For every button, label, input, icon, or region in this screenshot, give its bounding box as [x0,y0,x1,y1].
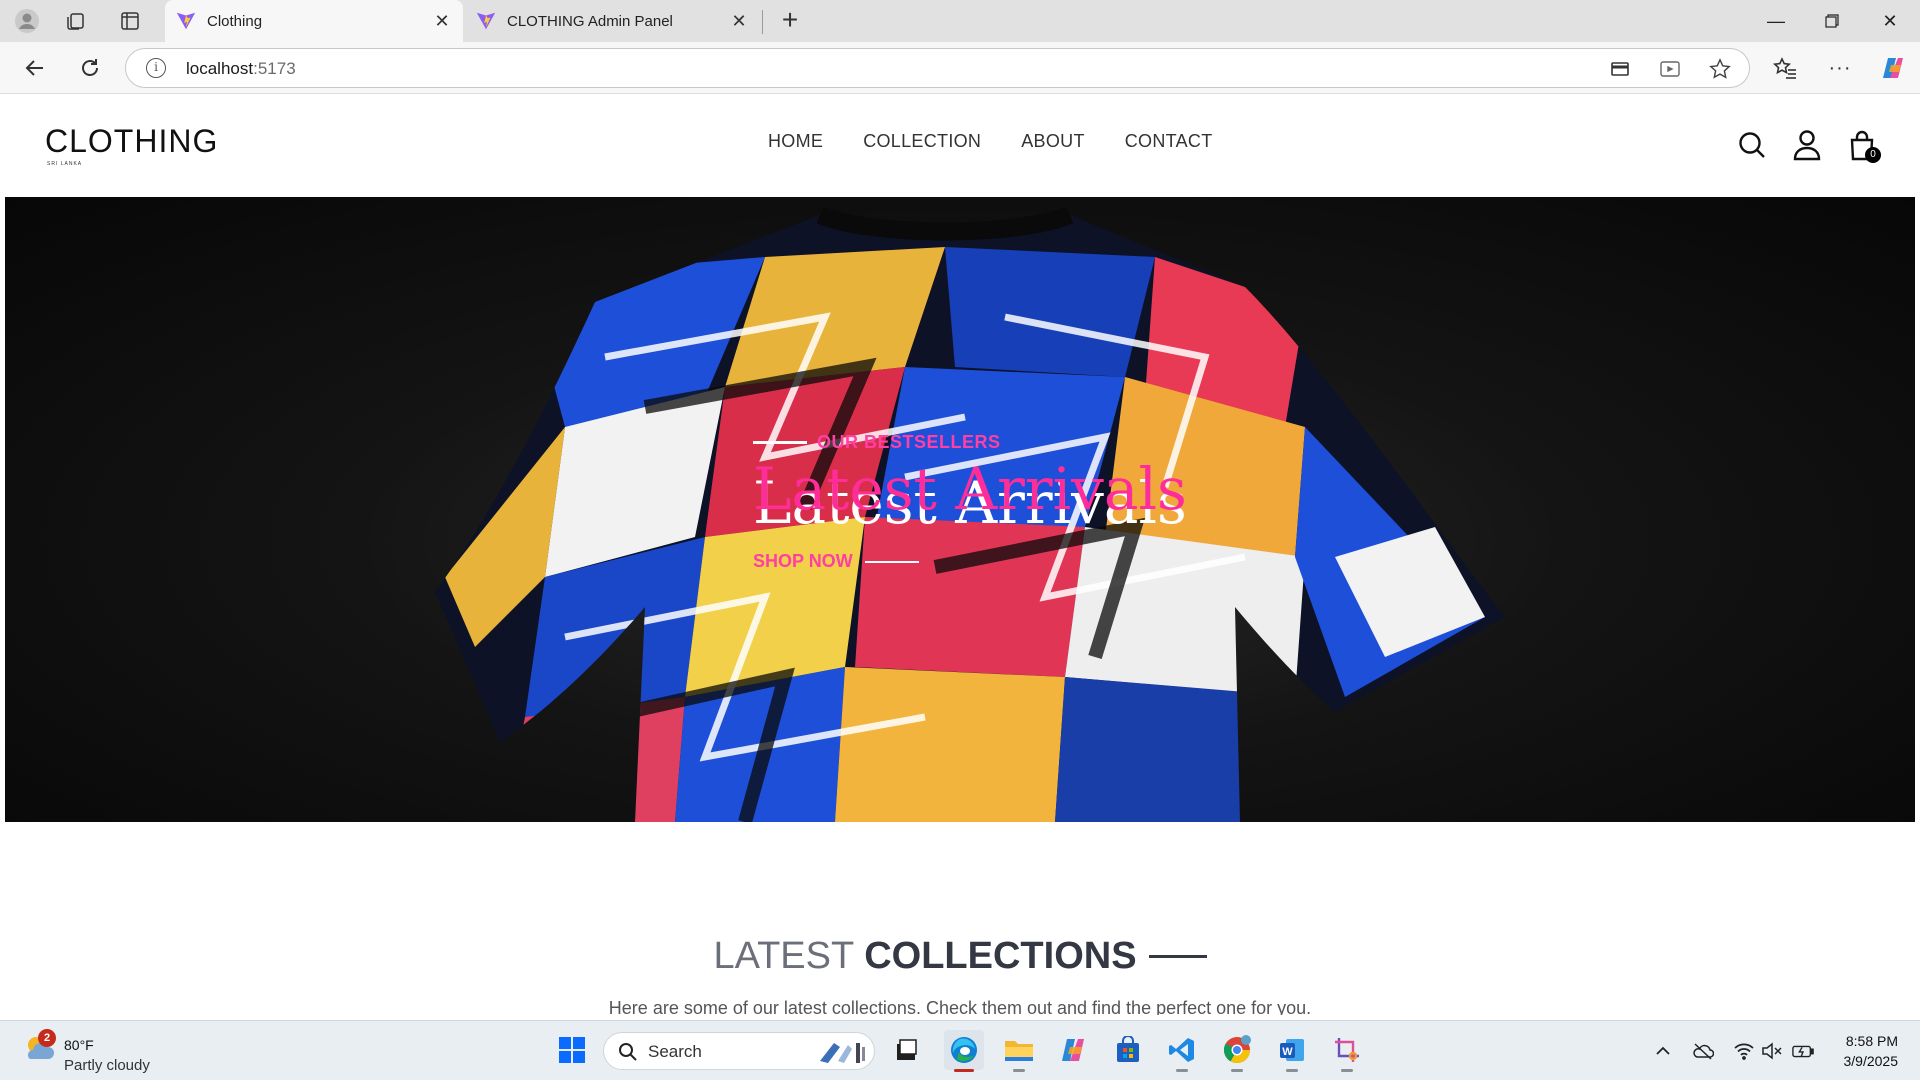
hero-text: OUR BESTSELLERS Latest Arrivals Latest A… [753,432,1213,572]
copilot-taskbar-icon[interactable] [1053,1030,1093,1070]
vscode-icon[interactable] [1162,1030,1202,1072]
onedrive-offline-icon[interactable] [1692,1040,1714,1062]
volume-muted-icon[interactable] [1761,1040,1783,1062]
profile-icon[interactable] [1790,127,1824,163]
weather-desc: Partly cloudy [64,1057,150,1074]
nav-collection[interactable]: COLLECTION [863,131,981,152]
favorites-icon[interactable] [1770,53,1800,83]
latest-collections-section: LATEST COLLECTIONS Here are some of our … [5,935,1915,1015]
copilot-icon[interactable] [1878,53,1908,83]
address-bar[interactable]: i localhost:5173 [125,48,1750,88]
reload-icon[interactable] [75,53,105,83]
app-available-icon[interactable] [1658,57,1682,81]
restore-icon[interactable] [1804,0,1860,42]
favorite-star-icon[interactable] [1708,57,1732,81]
search-highlight-icon [820,1043,865,1063]
site-info-icon[interactable]: i [146,58,166,78]
clock-date: 3/9/2025 [1843,1053,1899,1069]
section-title: LATEST COLLECTIONS [713,935,1207,978]
vite-favicon-icon [176,12,196,30]
card-icon[interactable] [1608,57,1632,81]
word-icon[interactable]: W [1272,1030,1312,1072]
svg-text:W: W [1282,1046,1293,1058]
browser-tab-strip: Clothing ✕ CLOTHING Admin Panel ✕ + — ✕ [0,0,1920,42]
vertical-tabs-icon[interactable] [117,8,143,34]
tab-clothing[interactable]: Clothing ✕ [165,0,463,42]
nav-about[interactable]: ABOUT [1021,131,1085,152]
workspaces-icon[interactable] [63,8,89,34]
snipping-tool-icon[interactable] [1327,1030,1367,1072]
cart-count-badge: 0 [1865,147,1881,163]
hero-banner[interactable]: OUR BESTSELLERS Latest Arrivals Latest A… [5,197,1915,822]
search-icon[interactable] [1735,127,1769,163]
close-tab-icon[interactable]: ✕ [728,10,750,32]
store-icon[interactable] [1108,1030,1148,1070]
shop-now-link[interactable]: SHOP NOW [753,551,1213,572]
cart-icon[interactable]: 0 [1845,127,1881,163]
profile-icon[interactable] [14,8,40,34]
close-window-icon[interactable]: ✕ [1862,0,1918,42]
back-icon[interactable] [20,53,50,83]
web-page: CLOTHING SRI LANKA HOME COLLECTION ABOUT… [5,95,1915,1015]
start-button[interactable] [552,1030,592,1070]
hero-kicker: OUR BESTSELLERS [753,432,1213,453]
nav-contact[interactable]: CONTACT [1125,131,1213,152]
search-icon [619,1043,637,1061]
main-nav: HOME COLLECTION ABOUT CONTACT [768,131,1213,152]
wifi-icon[interactable] [1733,1040,1755,1062]
edge-taskbar-icon[interactable] [944,1030,984,1072]
tab-title: Clothing [207,12,263,30]
task-view-icon[interactable] [886,1030,926,1070]
weather-temp: 80°F [64,1037,94,1053]
chrome-icon[interactable] [1217,1030,1257,1072]
battery-icon[interactable] [1792,1040,1814,1062]
file-explorer-icon[interactable] [999,1030,1039,1072]
system-clock[interactable]: 8:58 PM 3/9/2025 [1826,1031,1899,1071]
hero-title: Latest Arrivals Latest Arrivals [753,455,1187,537]
clock-time: 8:58 PM [1845,1033,1898,1049]
windows-taskbar: 2 80°F Partly cloudy Search W 8:58 PM 3/… [0,1020,1920,1080]
site-header: CLOTHING SRI LANKA HOME COLLECTION ABOUT… [5,95,1915,197]
tab-admin-panel[interactable]: CLOTHING Admin Panel ✕ [465,0,760,42]
minimize-icon[interactable]: — [1748,0,1804,42]
weather-alert-badge: 2 [38,1029,56,1047]
tab-separator [762,10,763,34]
tab-title: CLOTHING Admin Panel [507,12,673,30]
vite-favicon-icon [476,12,496,30]
nav-home[interactable]: HOME [768,131,823,152]
site-logo[interactable]: CLOTHING SRI LANKA [45,123,218,167]
new-tab-icon[interactable]: + [776,6,804,34]
more-menu-icon[interactable]: ··· [1825,53,1855,83]
close-tab-icon[interactable]: ✕ [431,10,453,32]
url-text[interactable]: localhost:5173 [186,59,296,79]
browser-toolbar: i localhost:5173 ··· [0,42,1920,94]
chevron-up-icon[interactable] [1652,1040,1674,1062]
section-subtitle: Here are some of our latest collections.… [608,998,1312,1015]
taskbar-search[interactable]: Search [603,1032,875,1070]
